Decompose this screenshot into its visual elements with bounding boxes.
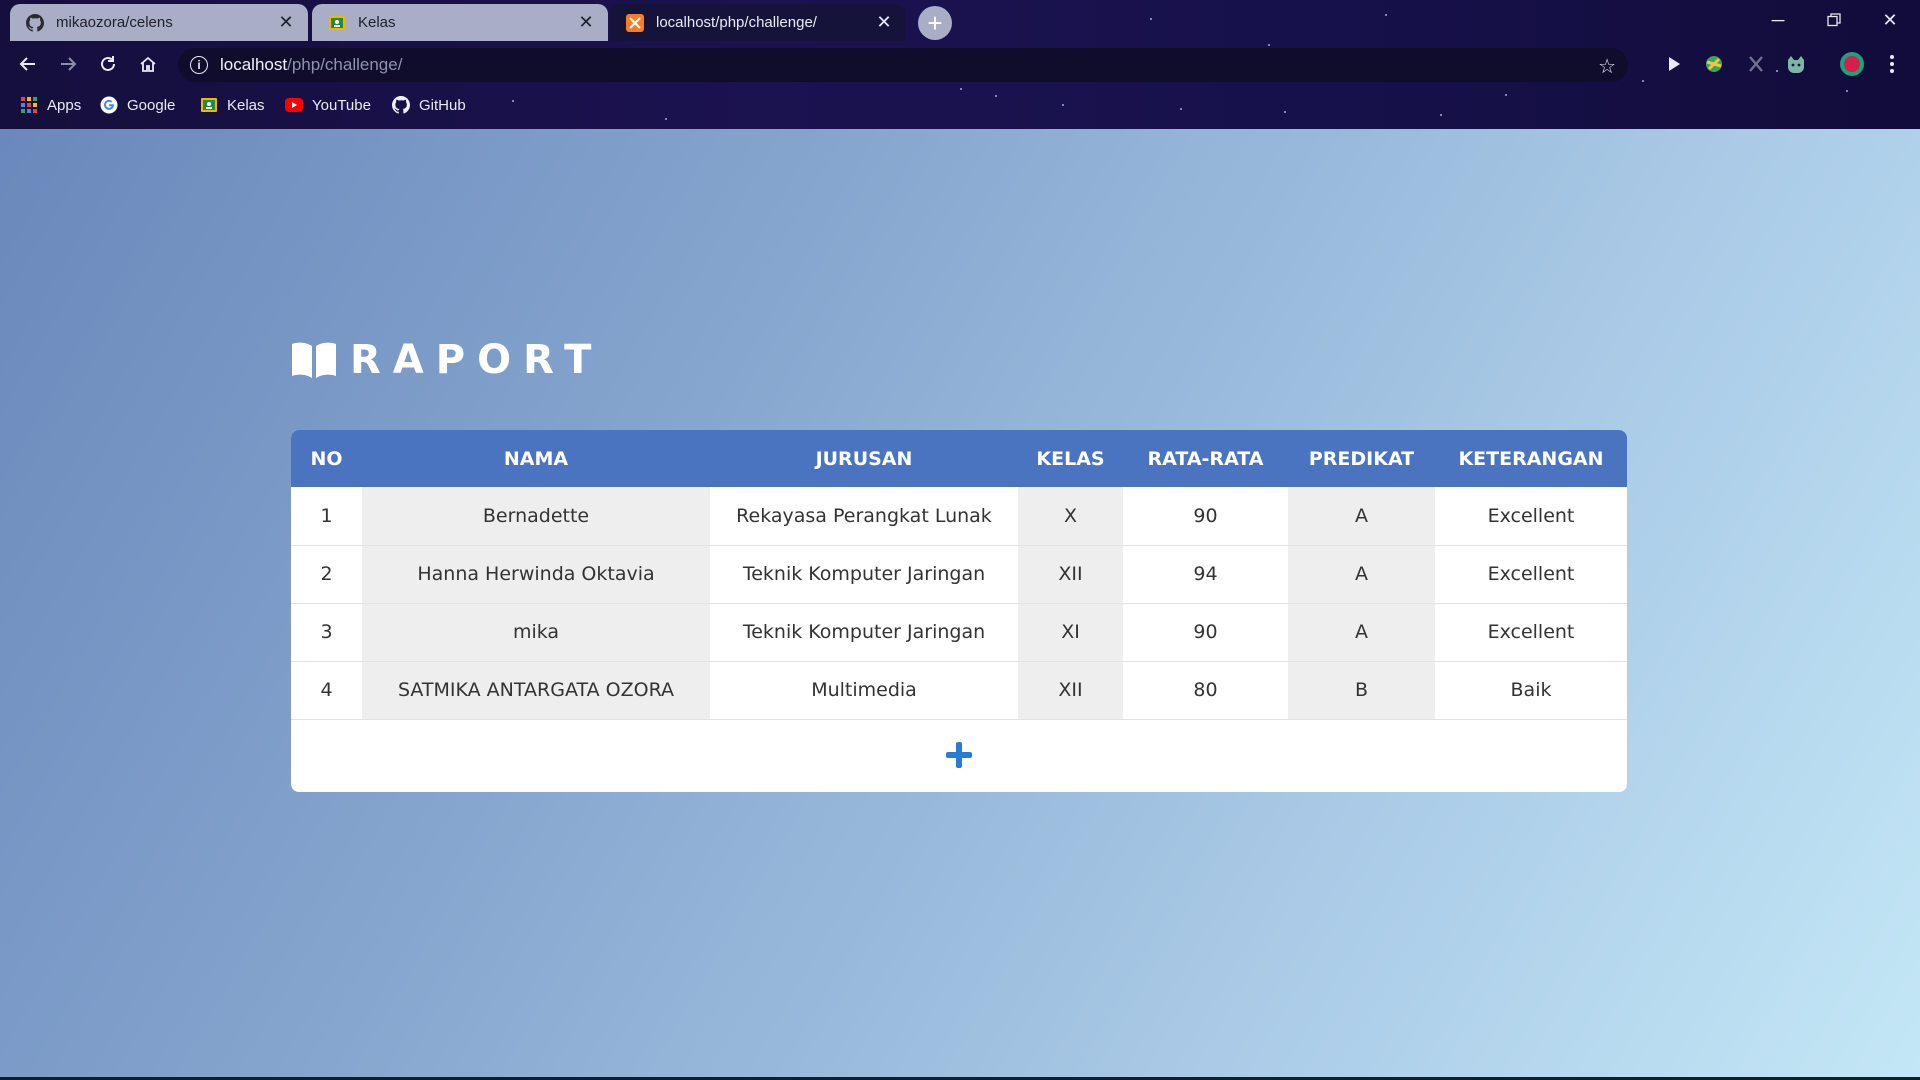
youtube-icon xyxy=(285,96,303,114)
header-keterangan: KETERANGAN xyxy=(1435,430,1627,487)
tab-label: Kelas xyxy=(358,14,396,31)
apps-grid-icon xyxy=(20,96,38,114)
header-nama: NAMA xyxy=(362,430,710,487)
bookmark-label: GitHub xyxy=(419,96,466,114)
toolbar: i localhost /php/challenge/ ☆ xyxy=(0,45,1920,85)
page-heading: RAPORT xyxy=(290,337,603,383)
header-kelas: KELAS xyxy=(1018,430,1123,487)
back-icon[interactable] xyxy=(10,45,46,83)
minimize-icon[interactable]: ─ xyxy=(1750,0,1806,40)
page-title: RAPORT xyxy=(350,337,604,383)
close-icon[interactable]: ✕ xyxy=(874,12,894,33)
cell-nama: Hanna Herwinda Oktavia xyxy=(362,545,710,604)
cell-no: 2 xyxy=(291,545,362,604)
cell-predikat: A xyxy=(1288,603,1435,662)
bookmark-label: Kelas xyxy=(227,96,265,114)
bookmark-kelas[interactable]: Kelas xyxy=(200,92,265,118)
bookmark-label: Apps xyxy=(47,96,82,114)
cell-no: 4 xyxy=(291,661,362,720)
google-icon xyxy=(100,96,118,114)
tab-kelas[interactable]: Kelas ✕ xyxy=(312,4,608,41)
cell-jurusan: Teknik Komputer Jaringan xyxy=(710,603,1018,662)
cell-kelas: XII xyxy=(1018,545,1123,604)
github-icon xyxy=(26,13,44,32)
raport-table: NO NAMA JURUSAN KELAS RATA-RATA PREDIKAT… xyxy=(291,430,1627,720)
cell-rata-rata: 90 xyxy=(1123,487,1288,546)
github-icon xyxy=(392,96,410,114)
cell-predikat: A xyxy=(1288,545,1435,604)
bookmark-github[interactable]: GitHub xyxy=(392,92,466,118)
header-jurusan: JURUSAN xyxy=(710,430,1018,487)
bookmark-google[interactable]: Google xyxy=(100,92,175,118)
cell-no: 1 xyxy=(291,487,362,546)
cell-kelas: X xyxy=(1018,487,1123,546)
cell-jurusan: Teknik Komputer Jaringan xyxy=(710,545,1018,604)
cell-keterangan: Excellent xyxy=(1435,545,1627,604)
open-book-icon xyxy=(292,342,336,378)
cell-predikat: A xyxy=(1288,487,1435,546)
add-row xyxy=(291,720,1627,790)
cell-jurusan: Multimedia xyxy=(710,661,1018,720)
cell-predikat: B xyxy=(1288,661,1435,720)
table-row: 1 Bernadette Rekayasa Perangkat Lunak X … xyxy=(291,487,1627,546)
extension-cat-icon[interactable] xyxy=(1782,50,1810,78)
tab-strip: mikaozora/celens ✕ Kelas ✕ localhost/php… xyxy=(0,0,1920,41)
cell-nama: Bernadette xyxy=(362,487,710,546)
classroom-icon xyxy=(200,96,218,114)
cursor-extension-icon[interactable] xyxy=(1660,50,1688,78)
extension-globe-icon[interactable] xyxy=(1700,50,1728,78)
cell-kelas: XI xyxy=(1018,603,1123,662)
bookmark-star-icon[interactable]: ☆ xyxy=(1598,54,1616,79)
info-icon[interactable]: i xyxy=(190,56,208,74)
cell-kelas: XII xyxy=(1018,661,1123,720)
forward-icon[interactable] xyxy=(50,45,86,83)
bookmark-youtube[interactable]: YouTube xyxy=(285,92,371,118)
bookmark-apps[interactable]: Apps xyxy=(20,92,81,118)
restore-icon[interactable] xyxy=(1806,0,1862,40)
address-host: localhost xyxy=(220,55,288,74)
tab-github[interactable]: mikaozora/celens ✕ xyxy=(10,4,308,41)
cell-no: 3 xyxy=(291,603,362,662)
table-row: 2 Hanna Herwinda Oktavia Teknik Komputer… xyxy=(291,545,1627,604)
cell-rata-rata: 80 xyxy=(1123,661,1288,720)
table-header-row: NO NAMA JURUSAN KELAS RATA-RATA PREDIKAT… xyxy=(291,430,1627,487)
new-tab-button[interactable]: + xyxy=(918,6,952,40)
address-bar[interactable]: i localhost /php/challenge/ ☆ xyxy=(178,48,1628,82)
raport-card: NO NAMA JURUSAN KELAS RATA-RATA PREDIKAT… xyxy=(291,430,1627,792)
tab-label: mikaozora/celens xyxy=(56,14,173,31)
bookmark-label: YouTube xyxy=(312,96,371,114)
browser-chrome: mikaozora/celens ✕ Kelas ✕ localhost/php… xyxy=(0,0,1920,129)
home-icon[interactable] xyxy=(130,45,166,83)
header-predikat: PREDIKAT xyxy=(1288,430,1435,487)
reload-icon[interactable] xyxy=(90,45,126,83)
page-content: RAPORT NO NAMA JURUSAN KELAS RATA-RATA P… xyxy=(0,129,1920,1080)
extension-x-icon[interactable] xyxy=(1742,50,1770,78)
cell-nama: SATMIKA ANTARGATA OZORA xyxy=(362,661,710,720)
plus-icon[interactable] xyxy=(944,740,974,770)
close-window-icon[interactable]: ✕ xyxy=(1862,0,1918,40)
close-icon[interactable]: ✕ xyxy=(576,12,596,33)
profile-avatar[interactable] xyxy=(1838,50,1866,78)
cell-nama: mika xyxy=(362,603,710,662)
cell-keterangan: Excellent xyxy=(1435,487,1627,546)
table-row: 4 SATMIKA ANTARGATA OZORA Multimedia XII… xyxy=(291,661,1627,720)
bookmark-label: Google xyxy=(127,96,176,114)
address-path: /php/challenge/ xyxy=(287,55,403,74)
xampp-icon xyxy=(626,13,644,32)
header-no: NO xyxy=(291,430,362,487)
bookmarks-bar: Apps Google Kelas YouTube GitHub xyxy=(0,92,1920,122)
classroom-icon xyxy=(328,14,346,32)
cell-keterangan: Baik xyxy=(1435,661,1627,720)
table-row: 3 mika Teknik Komputer Jaringan XI 90 A … xyxy=(291,603,1627,662)
tab-label: localhost/php/challenge/ xyxy=(656,14,817,31)
cell-rata-rata: 94 xyxy=(1123,545,1288,604)
cell-keterangan: Excellent xyxy=(1435,603,1627,662)
menu-kebab-icon[interactable] xyxy=(1878,50,1906,78)
cell-rata-rata: 90 xyxy=(1123,603,1288,662)
header-rata-rata: RATA-RATA xyxy=(1123,430,1288,487)
cell-jurusan: Rekayasa Perangkat Lunak xyxy=(710,487,1018,546)
close-icon[interactable]: ✕ xyxy=(276,12,296,33)
tab-localhost[interactable]: localhost/php/challenge/ ✕ xyxy=(610,4,906,41)
